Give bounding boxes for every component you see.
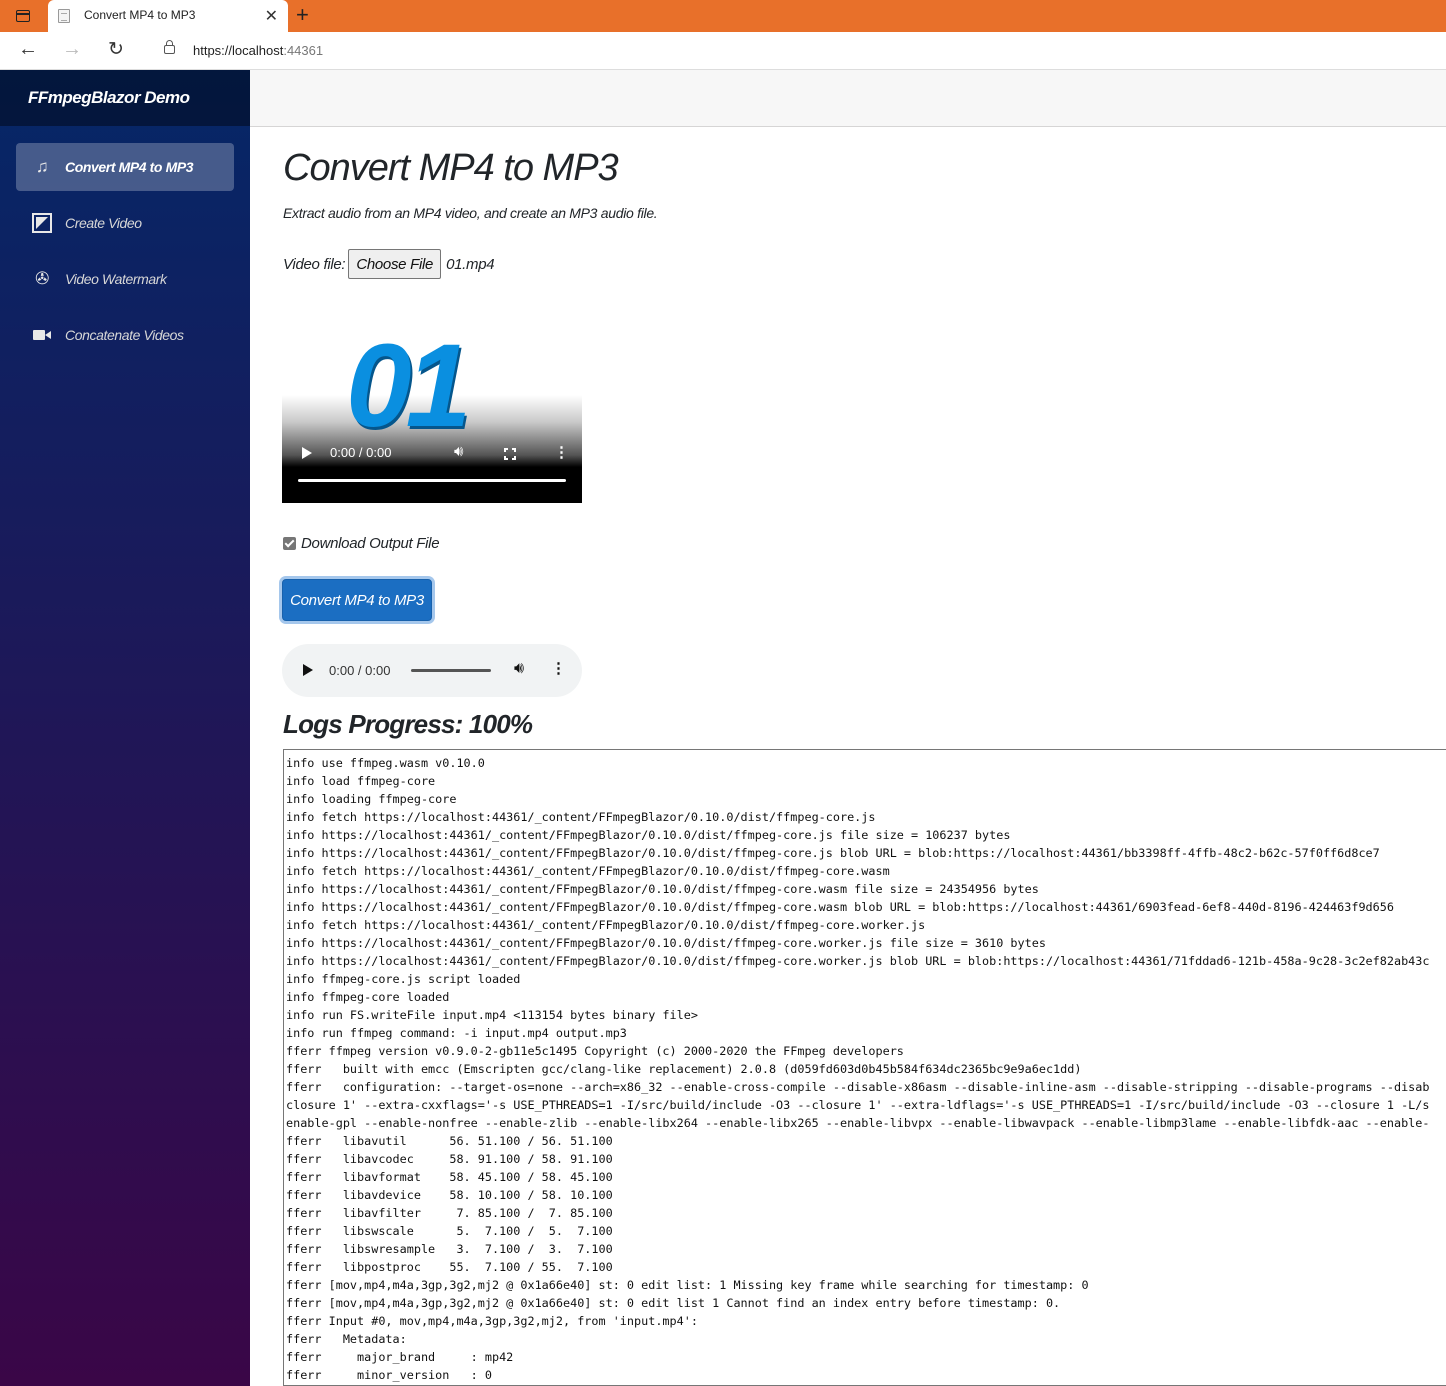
sidebar-item-concatenate-videos[interactable]: Concatenate Videos <box>16 311 234 359</box>
logs-progress-title: Logs Progress: 100% <box>283 709 533 739</box>
log-line: info https://localhost:44361/_content/FF… <box>286 936 1046 950</box>
log-line: info fetch https://localhost:44361/_cont… <box>286 864 890 878</box>
browser-tab-bar: Convert MP4 to MP3 ✕ + <box>0 0 1446 32</box>
selected-file-name: 01.mp4 <box>446 255 495 273</box>
sidebar-item-convert-mp4-to-mp3[interactable]: ♫ Convert MP4 to MP3 <box>16 143 234 191</box>
log-line: fferr libpostproc 55. 7.100 / 55. 7.100 <box>286 1260 613 1274</box>
convert-button[interactable]: Convert MP4 to MP3 <box>282 579 432 621</box>
log-line: fferr minor_version : 0 <box>286 1368 492 1382</box>
brand-bar: FFmpegBlazor Demo <box>0 70 250 126</box>
music-note-icon: ♫ <box>35 157 49 176</box>
video-file-label: Video file: <box>283 255 346 273</box>
play-icon[interactable] <box>302 447 312 459</box>
log-line: fferr libswscale 5. 7.100 / 5. 7.100 <box>286 1224 613 1238</box>
log-line: info fetch https://localhost:44361/_cont… <box>286 810 876 824</box>
url-text: https://localhost:44361 <box>193 43 324 58</box>
video-progress-bar[interactable] <box>298 479 566 482</box>
log-line: fferr libavdevice 58. 10.100 / 58. 10.10… <box>286 1188 613 1202</box>
sidebar-item-label: Video Watermark <box>65 271 167 287</box>
log-line: fferr Input #0, mov,mp4,m4a,3gp,3g2,mj2,… <box>286 1314 698 1328</box>
log-line: fferr major_brand : mp42 <box>286 1350 514 1364</box>
page-subtitle: Extract audio from an MP4 video, and cre… <box>283 205 658 221</box>
sidebar-item-create-video[interactable]: Create Video <box>16 199 234 247</box>
close-tab-icon[interactable]: ✕ <box>265 6 278 26</box>
address-bar: ← → ↻ https://localhost:44361 <box>0 32 1446 70</box>
back-arrow-icon[interactable]: ← <box>16 38 40 61</box>
choose-file-button[interactable]: Choose File <box>348 249 442 279</box>
volume-icon[interactable]: 🔊︎ <box>454 443 463 460</box>
video-poster-text: 01 <box>346 320 471 452</box>
more-options-icon[interactable]: ⋮ <box>551 661 566 676</box>
log-line: enable-gpl --enable-nonfree --enable-zli… <box>286 1116 1430 1130</box>
sidebar-item-label: Concatenate Videos <box>65 327 184 343</box>
forward-arrow-icon[interactable]: → <box>60 38 84 61</box>
log-line: info loading ffmpeg-core <box>286 792 457 806</box>
log-line: fferr libavutil 56. 51.100 / 56. 51.100 <box>286 1134 613 1148</box>
top-row <box>250 70 1446 127</box>
tab-title: Convert MP4 to MP3 <box>84 8 196 22</box>
download-output-label: Download Output File <box>301 535 440 552</box>
log-line: info fetch https://localhost:44361/_cont… <box>286 918 926 932</box>
log-line: fferr configuration: --target-os=none --… <box>286 1080 1430 1094</box>
sidebar-nav: ♫ Convert MP4 to MP3 Create Video ✇ Vide… <box>0 126 250 359</box>
url-field[interactable]: https://localhost:44361 <box>144 36 1446 66</box>
reload-icon[interactable]: ↻ <box>104 38 128 61</box>
log-line: info use ffmpeg.wasm v0.10.0 <box>286 756 485 770</box>
video-player[interactable]: 01 0:00 / 0:00 🔊︎ ⋮ <box>282 317 582 503</box>
log-line: info https://localhost:44361/_content/FF… <box>286 900 1394 914</box>
log-line: info https://localhost:44361/_content/FF… <box>286 954 1430 968</box>
volume-icon[interactable]: 🔊︎ <box>514 660 524 678</box>
sidebar: FFmpegBlazor Demo ♫ Convert MP4 to MP3 C… <box>0 70 250 1386</box>
log-line: info run ffmpeg command: -i input.mp4 ou… <box>286 1026 627 1040</box>
more-options-icon[interactable]: ⋮ <box>554 445 569 460</box>
log-line: fferr Metadata: <box>286 1332 407 1346</box>
window-menu-icon[interactable] <box>14 8 32 24</box>
fullscreen-icon[interactable] <box>504 448 516 460</box>
new-tab-icon[interactable]: + <box>296 2 309 28</box>
logs-textarea[interactable]: info use ffmpeg.wasm v0.10.0 info load ff… <box>283 749 1446 1386</box>
log-line: fferr libavfilter 7. 85.100 / 7. 85.100 <box>286 1206 613 1220</box>
log-line: fferr [mov,mp4,m4a,3gp,3g2,mj2 @ 0x1a66e… <box>286 1278 1089 1292</box>
log-line: fferr built with emcc (Emscripten gcc/cl… <box>286 1062 1082 1076</box>
log-line: fferr libswresample 3. 7.100 / 3. 7.100 <box>286 1242 613 1256</box>
audio-time: 0:00 / 0:00 <box>329 663 391 678</box>
log-line: fferr [mov,mp4,m4a,3gp,3g2,mj2 @ 0x1a66e… <box>286 1296 1061 1310</box>
download-output-checkbox[interactable] <box>283 537 296 550</box>
video-time: 0:00 / 0:00 <box>330 445 392 460</box>
video-camera-icon <box>32 325 52 345</box>
page-title: Convert MP4 to MP3 <box>283 147 619 189</box>
audio-player[interactable]: 0:00 / 0:00 🔊︎ ⋮ <box>282 644 582 697</box>
log-line: fferr libavformat 58. 45.100 / 58. 45.10… <box>286 1170 613 1184</box>
video-file-row: Video file: Choose File 01.mp4 <box>283 249 495 279</box>
sidebar-item-label: Create Video <box>65 215 142 231</box>
log-line: info run FS.writeFile input.mp4 <113154 … <box>286 1008 698 1022</box>
log-line: info ffmpeg-core loaded <box>286 990 450 1004</box>
image-icon <box>32 213 52 233</box>
download-output-row: Download Output File <box>283 535 440 552</box>
log-line: fferr libavcodec 58. 91.100 / 58. 91.100 <box>286 1152 613 1166</box>
sidebar-item-video-watermark[interactable]: ✇ Video Watermark <box>16 255 234 303</box>
brand-title[interactable]: FFmpegBlazor Demo <box>28 88 190 108</box>
log-line: info load ffmpeg-core <box>286 774 436 788</box>
log-line: closure 1' --extra-cxxflags='-s USE_PTHR… <box>286 1098 1430 1112</box>
play-icon[interactable] <box>303 664 313 676</box>
log-line: info ffmpeg-core.js script loaded <box>286 972 521 986</box>
log-line: info https://localhost:44361/_content/FF… <box>286 882 1039 896</box>
lock-icon <box>164 40 175 54</box>
audio-progress-bar[interactable] <box>411 669 491 672</box>
log-line: info https://localhost:44361/_content/FF… <box>286 846 1380 860</box>
log-line: fferr ffmpeg version v0.9.0-2-gb11e5c149… <box>286 1044 904 1058</box>
browser-tab[interactable]: Convert MP4 to MP3 ✕ <box>48 0 288 32</box>
sidebar-item-label: Convert MP4 to MP3 <box>65 159 194 175</box>
aperture-icon: ✇ <box>35 269 49 288</box>
page-icon <box>58 9 70 23</box>
log-line: info https://localhost:44361/_content/FF… <box>286 828 1011 842</box>
